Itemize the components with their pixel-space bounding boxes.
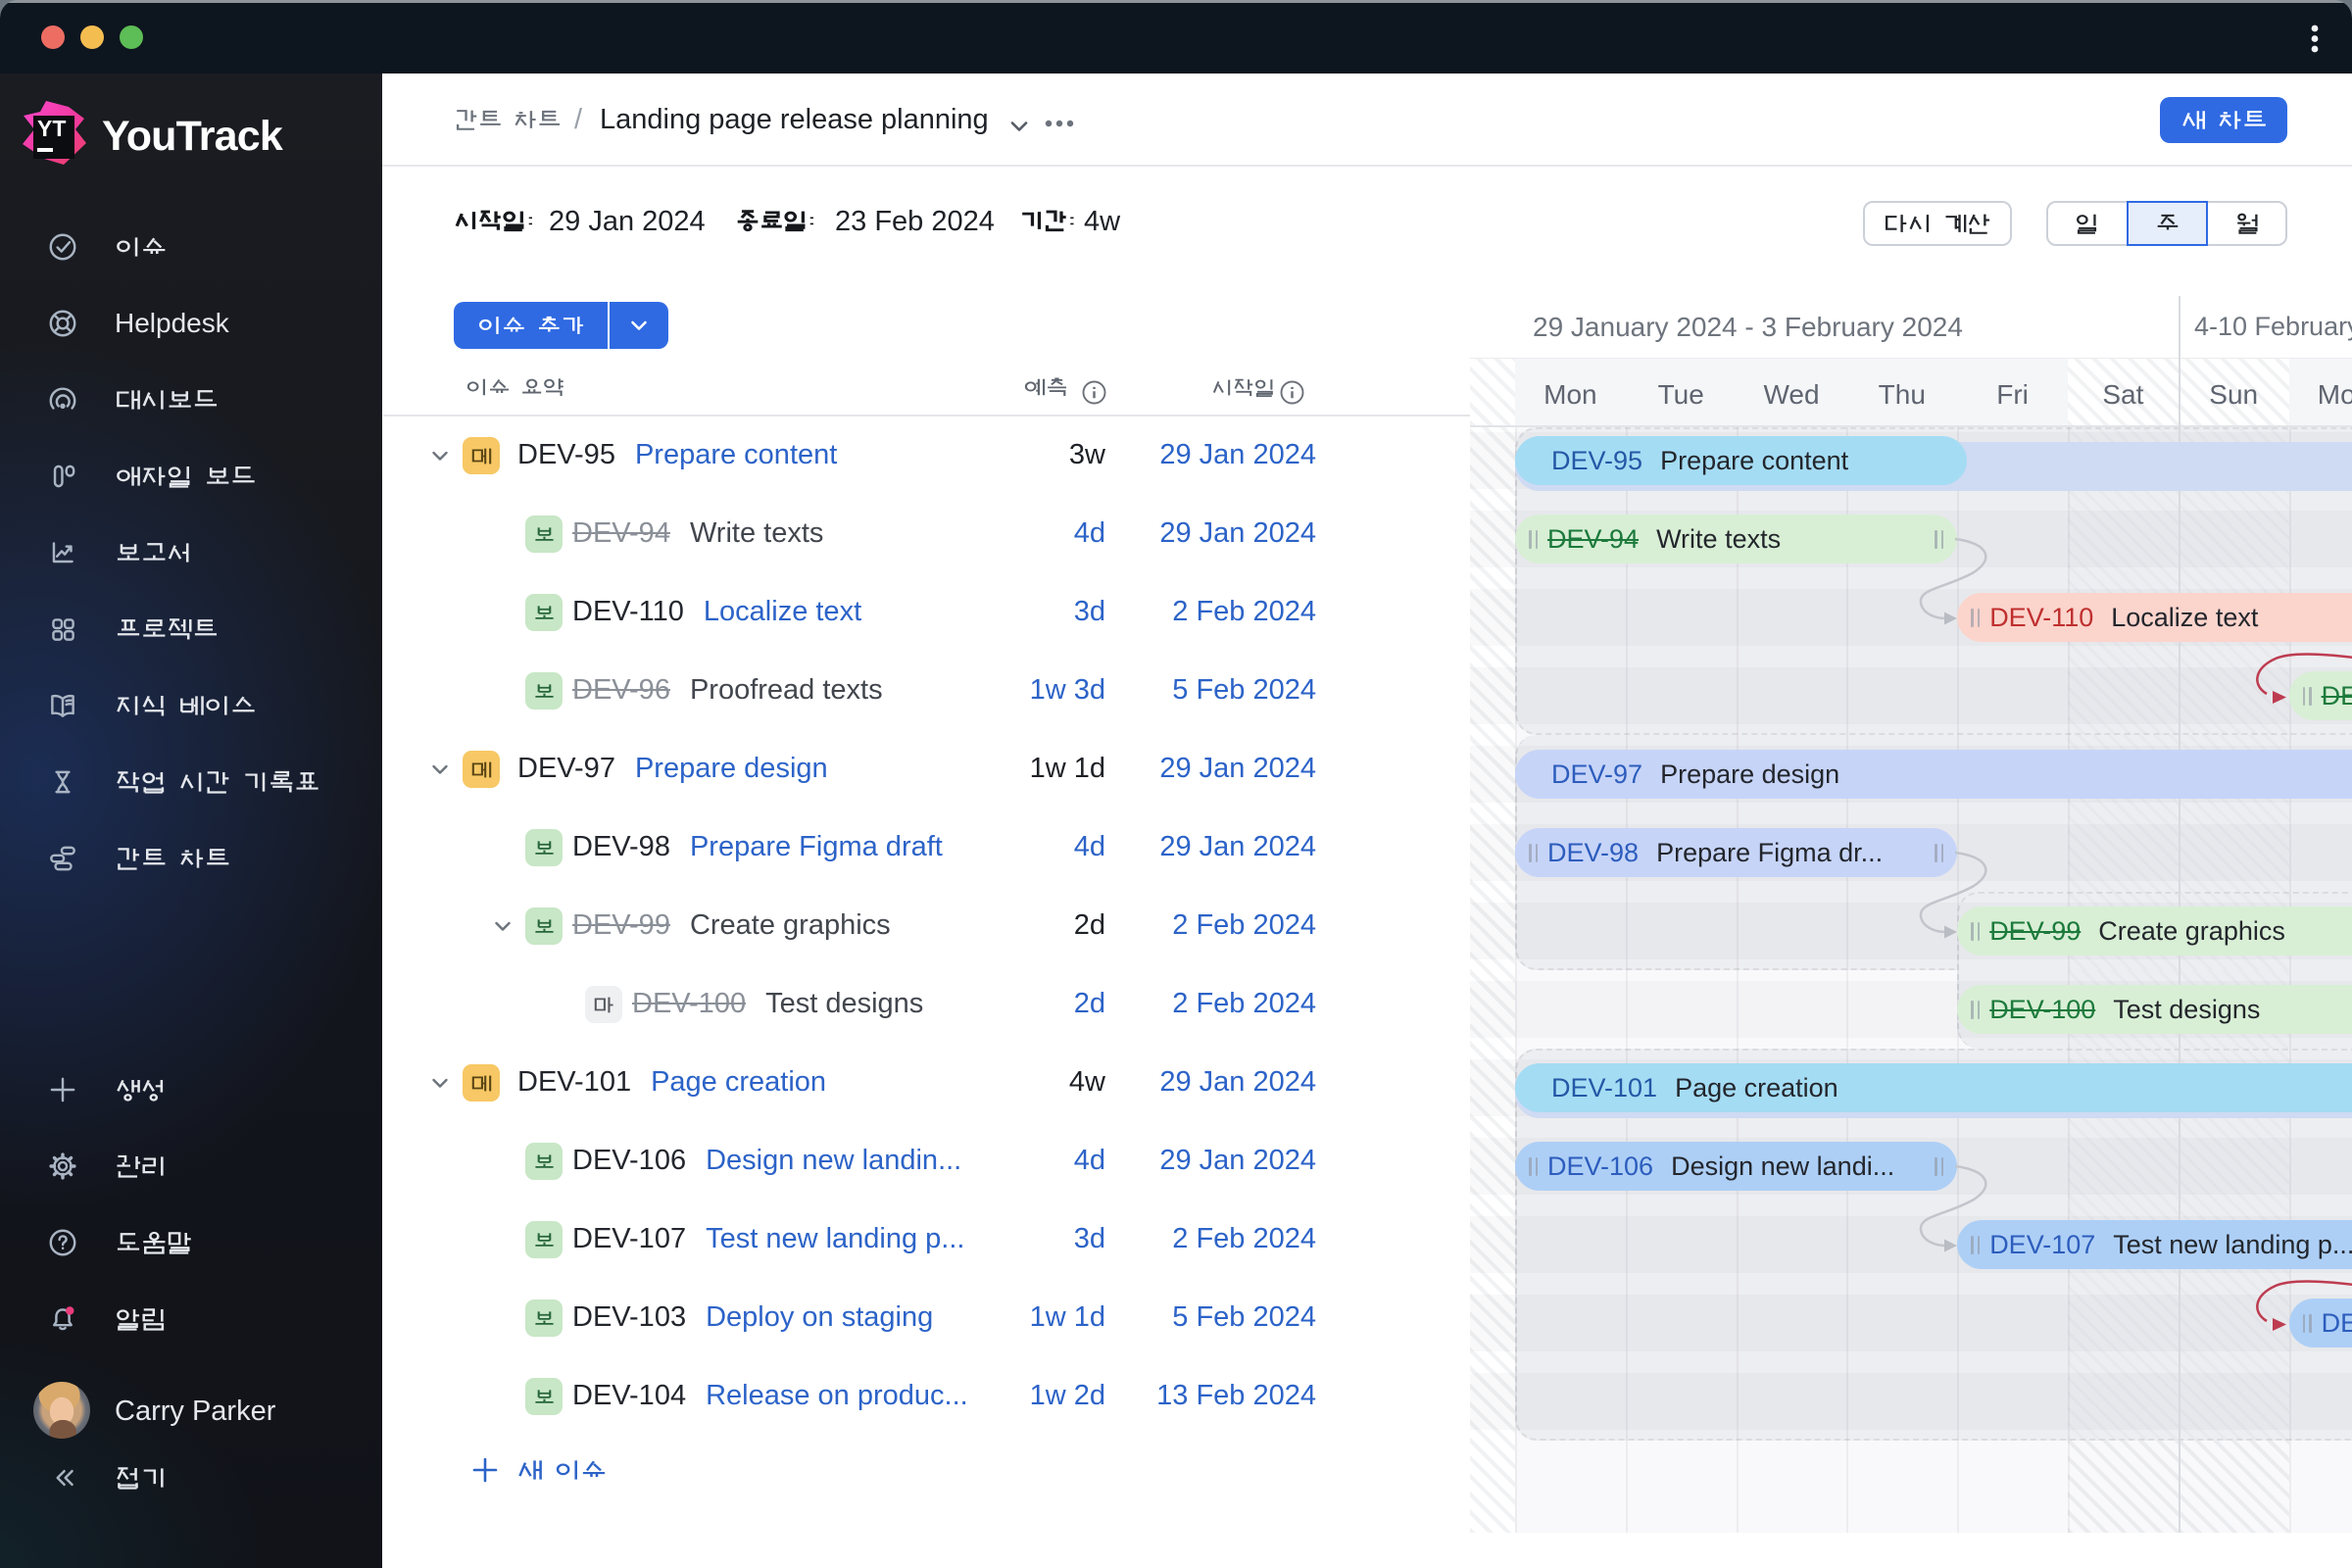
svg-text:YT: YT — [37, 116, 66, 141]
